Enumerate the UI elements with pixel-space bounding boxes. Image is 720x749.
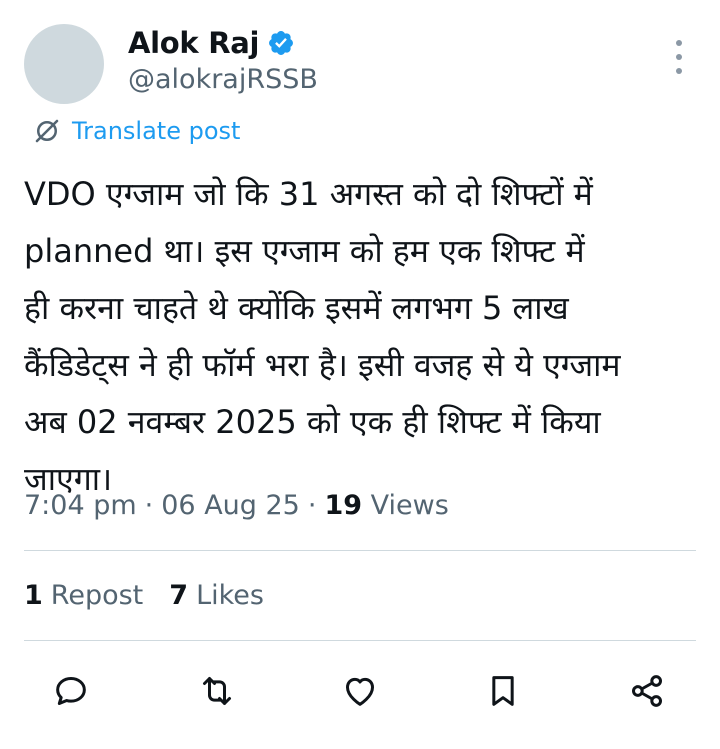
like-button[interactable] — [337, 668, 383, 714]
verified-badge-icon — [267, 29, 295, 57]
avatar[interactable] — [24, 24, 104, 104]
bookmark-button[interactable] — [480, 668, 526, 714]
reply-button[interactable] — [48, 668, 94, 714]
views-count: 19 — [324, 490, 363, 521]
post-stats: 1 Repost 7 Likes — [24, 580, 264, 611]
translate-label: Translate post — [72, 117, 241, 145]
reposts-count: 1 — [24, 580, 43, 611]
author-row: Alok Raj — [128, 26, 295, 60]
bookmark-icon — [492, 676, 514, 706]
more-options-icon[interactable] — [664, 40, 694, 74]
post-meta: 7:04 pm · 06 Aug 25 · 19 Views — [24, 490, 449, 521]
translate-icon — [35, 119, 59, 143]
reposts-label: Repost — [50, 580, 144, 611]
heart-icon — [346, 677, 374, 706]
share-icon — [632, 675, 662, 707]
post-time[interactable]: 7:04 pm — [24, 490, 137, 521]
post-text: VDO एग्जाम जो कि 31 अगस्त को दो शिफ्टों … — [24, 175, 621, 498]
views[interactable]: 19 Views — [324, 490, 448, 521]
likes-count: 7 — [169, 580, 189, 611]
share-button[interactable] — [624, 668, 670, 714]
author-handle[interactable]: @alokrajRSSB — [128, 64, 318, 95]
meta-separator: · — [307, 490, 317, 521]
action-bar — [0, 660, 720, 720]
author-name[interactable]: Alok Raj — [128, 26, 259, 60]
translate-post-link[interactable]: Translate post — [32, 116, 240, 146]
likes-label: Likes — [196, 580, 264, 611]
divider — [24, 640, 696, 641]
reposts-stat[interactable]: 1 Repost — [24, 580, 143, 611]
views-label: Views — [370, 490, 449, 521]
repost-button[interactable] — [194, 668, 240, 714]
reply-icon — [56, 677, 86, 705]
likes-stat[interactable]: 7 Likes — [169, 580, 264, 611]
repost-icon — [203, 677, 231, 705]
meta-separator: · — [144, 490, 154, 521]
divider — [24, 550, 696, 551]
post-date[interactable]: 06 Aug 25 — [161, 490, 300, 521]
